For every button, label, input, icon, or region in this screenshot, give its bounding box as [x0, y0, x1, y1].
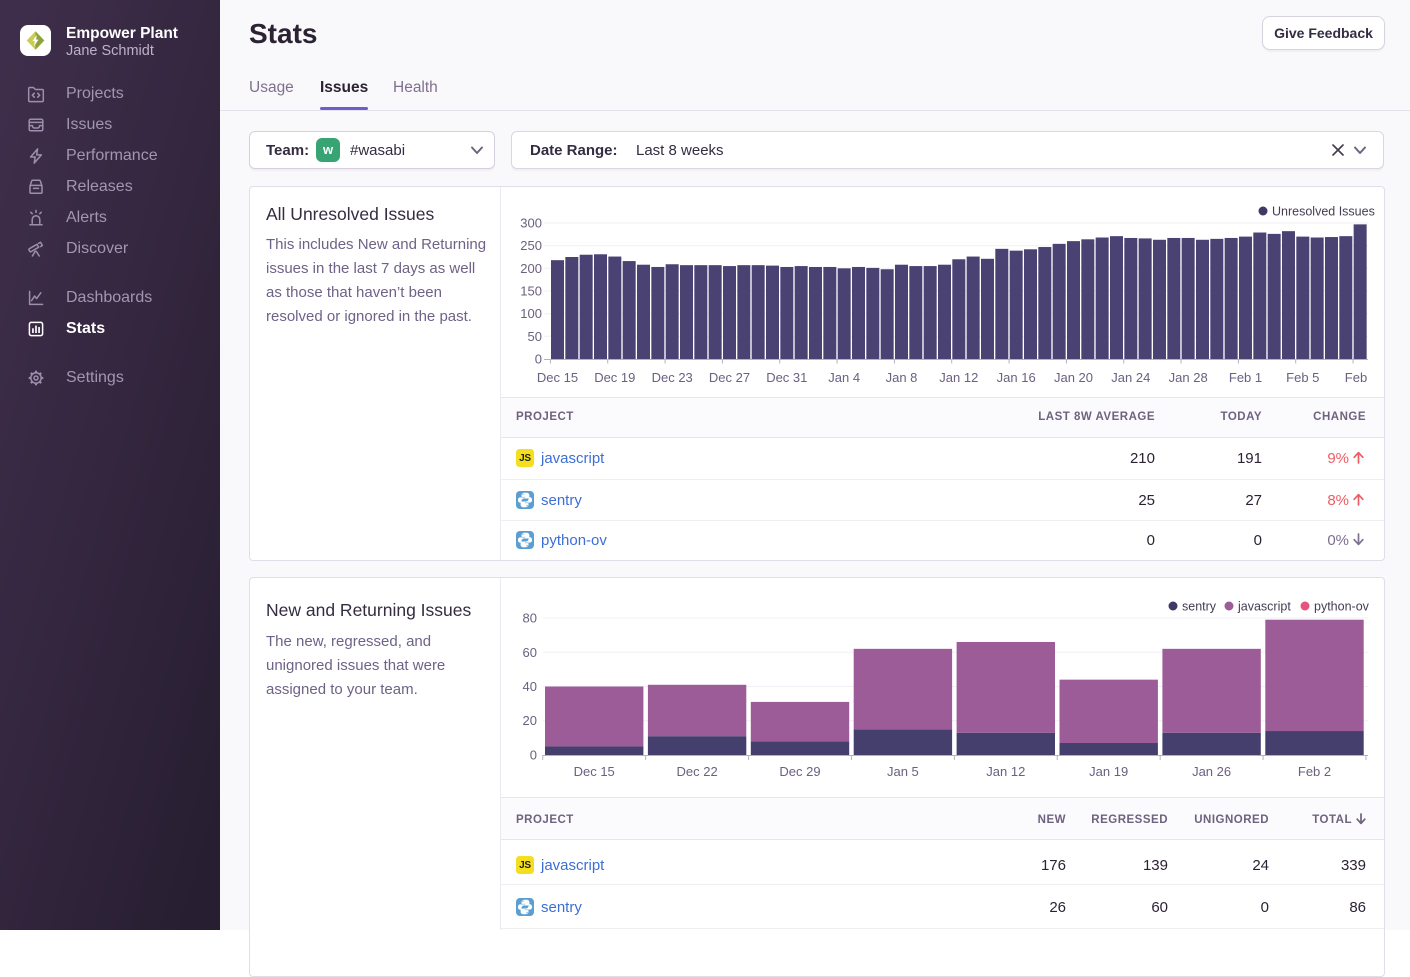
- svg-text:Dec 19: Dec 19: [594, 370, 635, 385]
- svg-text:Feb 5: Feb 5: [1286, 370, 1319, 385]
- svg-text:60: 60: [523, 645, 537, 660]
- svg-text:Dec 15: Dec 15: [537, 370, 578, 385]
- svg-text:Jan 12: Jan 12: [939, 370, 978, 385]
- svg-text:Jan 16: Jan 16: [997, 370, 1036, 385]
- svg-text:80: 80: [523, 611, 537, 626]
- svg-text:Jan 19: Jan 19: [1089, 764, 1128, 779]
- svg-text:Dec 22: Dec 22: [676, 764, 717, 779]
- svg-text:20: 20: [523, 713, 537, 728]
- svg-text:Jan 26: Jan 26: [1192, 764, 1231, 779]
- svg-text:Jan 5: Jan 5: [887, 764, 919, 779]
- svg-text:Dec 23: Dec 23: [652, 370, 693, 385]
- svg-text:Jan 24: Jan 24: [1111, 370, 1150, 385]
- svg-text:python-ov: python-ov: [1314, 600, 1370, 614]
- svg-text:Jan 28: Jan 28: [1169, 370, 1208, 385]
- svg-text:Feb 2: Feb 2: [1298, 764, 1331, 779]
- svg-text:Dec 31: Dec 31: [766, 370, 807, 385]
- svg-text:Dec 15: Dec 15: [574, 764, 615, 779]
- svg-text:Dec 29: Dec 29: [779, 764, 820, 779]
- svg-text:Feb 1: Feb 1: [1229, 370, 1262, 385]
- svg-text:40: 40: [523, 679, 537, 694]
- svg-text:Feb: Feb: [1345, 370, 1367, 385]
- svg-text:Jan 4: Jan 4: [828, 370, 860, 385]
- svg-text:Dec 27: Dec 27: [709, 370, 750, 385]
- svg-text:0: 0: [530, 748, 537, 763]
- svg-text:Unresolved Issues: Unresolved Issues: [1272, 205, 1375, 219]
- svg-text:javascript: javascript: [1237, 600, 1291, 614]
- svg-text:250: 250: [520, 238, 542, 253]
- svg-text:Jan 12: Jan 12: [986, 764, 1025, 779]
- svg-text:200: 200: [520, 261, 542, 276]
- svg-text:Jan 8: Jan 8: [886, 370, 918, 385]
- svg-text:Jan 20: Jan 20: [1054, 370, 1093, 385]
- svg-text:sentry: sentry: [1182, 600, 1217, 614]
- svg-text:300: 300: [520, 216, 542, 231]
- svg-text:100: 100: [520, 306, 542, 321]
- svg-text:0: 0: [535, 352, 542, 367]
- svg-text:150: 150: [520, 284, 542, 299]
- svg-text:50: 50: [528, 329, 542, 344]
